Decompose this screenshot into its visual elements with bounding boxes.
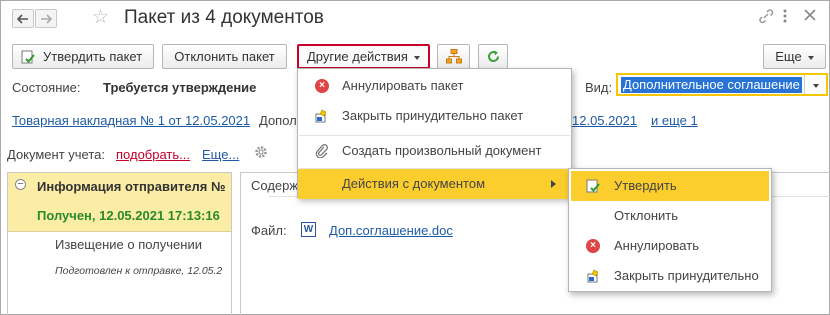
chevron-right-icon [551,180,556,188]
sender-info-header: Информация отправителя № [37,179,226,194]
and-more-link[interactable]: и еще 1 [651,113,698,128]
chevron-down-icon [413,55,420,60]
pick-link[interactable]: подобрать... [116,147,190,162]
gear-icon[interactable] [253,144,269,163]
kind-label: Вид: [585,80,613,95]
close-icon[interactable] [803,8,817,27]
chevron-down-icon [807,55,814,60]
reject-package-button[interactable]: Отклонить пакет [162,44,287,69]
refresh-icon [488,50,500,63]
approve-package-button[interactable]: Утвердить пакет [12,44,154,69]
menu-dots-icon[interactable] [782,8,788,29]
kind-select-value: Дополнительное соглашение [621,77,802,93]
approve-doc-icon [586,179,600,193]
document-actions-submenu: Утвердить Отклонить × Аннулировать Закры… [568,168,772,292]
submenu-item-cancel[interactable]: × Аннулировать [571,231,769,261]
chevron-down-icon [812,83,819,88]
status-value: Требуется утверждение [103,80,257,95]
refresh-button[interactable] [478,44,508,69]
force-close-icon [587,269,599,283]
dropdown-button[interactable] [804,75,826,94]
file-link[interactable]: Доп.соглашение.doc [329,223,453,238]
arrow-left-icon [16,14,28,24]
more-button[interactable]: Еще [763,44,826,69]
other-actions-button[interactable]: Другие действия [297,44,430,69]
prepared-status: Подготовлен к отправке, 12.05.2 [55,265,223,277]
forward-button[interactable] [35,9,57,28]
accounting-more-link[interactable]: Еще... [202,147,239,162]
tab-content[interactable]: Содерж [251,178,298,193]
structure-button[interactable] [437,44,470,69]
submenu-item-reject[interactable]: Отклонить [571,201,769,231]
link-icon[interactable] [758,8,774,29]
favorite-star-icon[interactable]: ☆ [92,6,109,29]
date-link[interactable]: 12.05.2021 [572,113,637,128]
sender-info-panel: − Информация отправителя № Получен, 12.0… [7,172,232,315]
window-title: Пакет из 4 документов [124,7,324,28]
status-label: Состояние: [12,80,81,95]
menu-item-create-custom-doc[interactable]: Создать произвольный документ [298,136,571,166]
paperclip-icon [315,144,328,158]
received-status: Получен, 12.05.2021 17:13:16 [37,208,220,223]
file-label: Файл: [251,223,287,238]
waybill-link[interactable]: Товарная накладная № 1 от 12.05.2021 [12,113,250,128]
other-actions-menu: × Аннулировать пакет Закрыть принудитель… [297,68,572,199]
menu-item-document-actions[interactable]: Действия с документом [298,169,571,199]
menu-item-force-close-package[interactable]: Закрыть принудительно пакет [298,101,571,131]
back-button[interactable] [12,9,34,28]
force-close-icon [315,109,327,123]
hierarchy-icon [446,49,462,64]
arrow-right-icon [41,14,53,24]
cancel-icon: × [315,79,329,93]
word-file-icon: W [301,222,316,237]
accounting-doc-label: Документ учета: [7,147,106,162]
receipt-notice[interactable]: Извещение о получении [55,237,202,252]
menu-item-cancel-package[interactable]: × Аннулировать пакет [298,71,571,101]
approve-doc-icon [21,50,35,64]
submenu-item-approve[interactable]: Утвердить [571,171,769,201]
collapse-icon[interactable]: − [15,179,26,190]
kind-select[interactable]: Дополнительное соглашение [616,73,828,96]
cancel-icon: × [586,239,600,253]
additional-doc-text: Допол [259,113,297,128]
submenu-item-force-close[interactable]: Закрыть принудительно [571,261,769,291]
